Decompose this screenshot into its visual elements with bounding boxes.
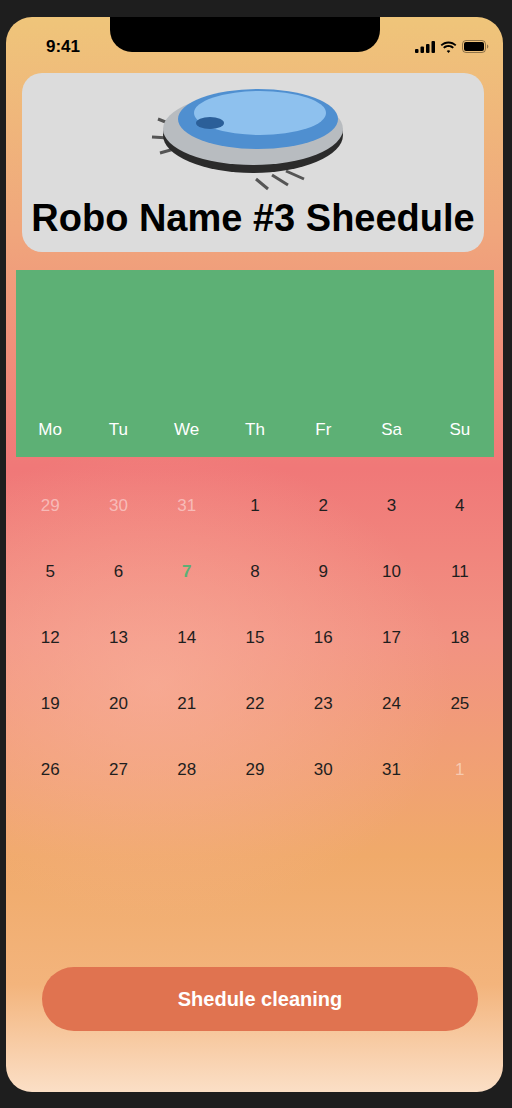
calendar-day[interactable]: 18 [426,628,494,648]
calendar-day[interactable]: 4 [426,496,494,516]
calendar-day[interactable]: 27 [84,760,152,780]
calendar-day[interactable]: 31 [357,760,425,780]
weekday-label: Th [221,420,289,440]
calendar-day[interactable]: 12 [16,628,84,648]
header-card: Robo Name #3 Sheedule [22,73,484,252]
weekday-label: Tu [84,420,152,440]
weekday-header: MoTuWeThFrSaSu [16,270,494,457]
calendar-day[interactable]: 3 [357,496,425,516]
calendar-day[interactable]: 22 [221,694,289,714]
weekday-label: Fr [289,420,357,440]
calendar-day[interactable]: 24 [357,694,425,714]
calendar-day[interactable]: 9 [289,562,357,582]
calendar-day[interactable]: 10 [357,562,425,582]
battery-icon [462,40,489,53]
calendar-day[interactable]: 15 [221,628,289,648]
calendar-day[interactable]: 30 [289,760,357,780]
calendar-day[interactable]: 7 [153,562,221,582]
calendar-day[interactable]: 13 [84,628,152,648]
calendar-day[interactable]: 23 [289,694,357,714]
calendar-day[interactable]: 26 [16,760,84,780]
calendar-day[interactable]: 21 [153,694,221,714]
calendar-day[interactable]: 25 [426,694,494,714]
calendar-day[interactable]: 29 [221,760,289,780]
calendar-day[interactable]: 14 [153,628,221,648]
phone-screen: 9:41 Robo Name #3 Sheedule MoTuWeThFrSaSu 2… [6,17,503,1092]
calendar-day[interactable]: 8 [221,562,289,582]
calendar-day[interactable]: 2 [289,496,357,516]
status-time: 9:41 [46,17,80,57]
calendar-day[interactable]: 1 [426,760,494,780]
calendar-day[interactable]: 11 [426,562,494,582]
wifi-icon [440,41,457,53]
calendar-day[interactable]: 6 [84,562,152,582]
schedule-cleaning-button[interactable]: Shedule cleaning [42,967,478,1031]
calendar-day[interactable]: 5 [16,562,84,582]
calendar-day[interactable]: 17 [357,628,425,648]
robot-vacuum-icon [148,79,358,191]
calendar-day[interactable]: 20 [84,694,152,714]
calendar-day[interactable]: 31 [153,496,221,516]
weekday-label: Su [426,420,494,440]
weekday-label: Sa [357,420,425,440]
calendar-day[interactable]: 29 [16,496,84,516]
weekday-label: We [153,420,221,440]
weekday-label: Mo [16,420,84,440]
status-icons [415,17,489,53]
signal-icon [415,41,435,53]
calendar-day[interactable]: 16 [289,628,357,648]
calendar-day[interactable]: 28 [153,760,221,780]
calendar-day[interactable]: 1 [221,496,289,516]
calendar-day[interactable]: 19 [16,694,84,714]
calendar-day[interactable]: 30 [84,496,152,516]
calendar-grid: 2930311234567891011121314151617181920212… [16,457,494,803]
robot-schedule-title: Robo Name #3 Sheedule [31,197,474,241]
notch [110,17,380,52]
